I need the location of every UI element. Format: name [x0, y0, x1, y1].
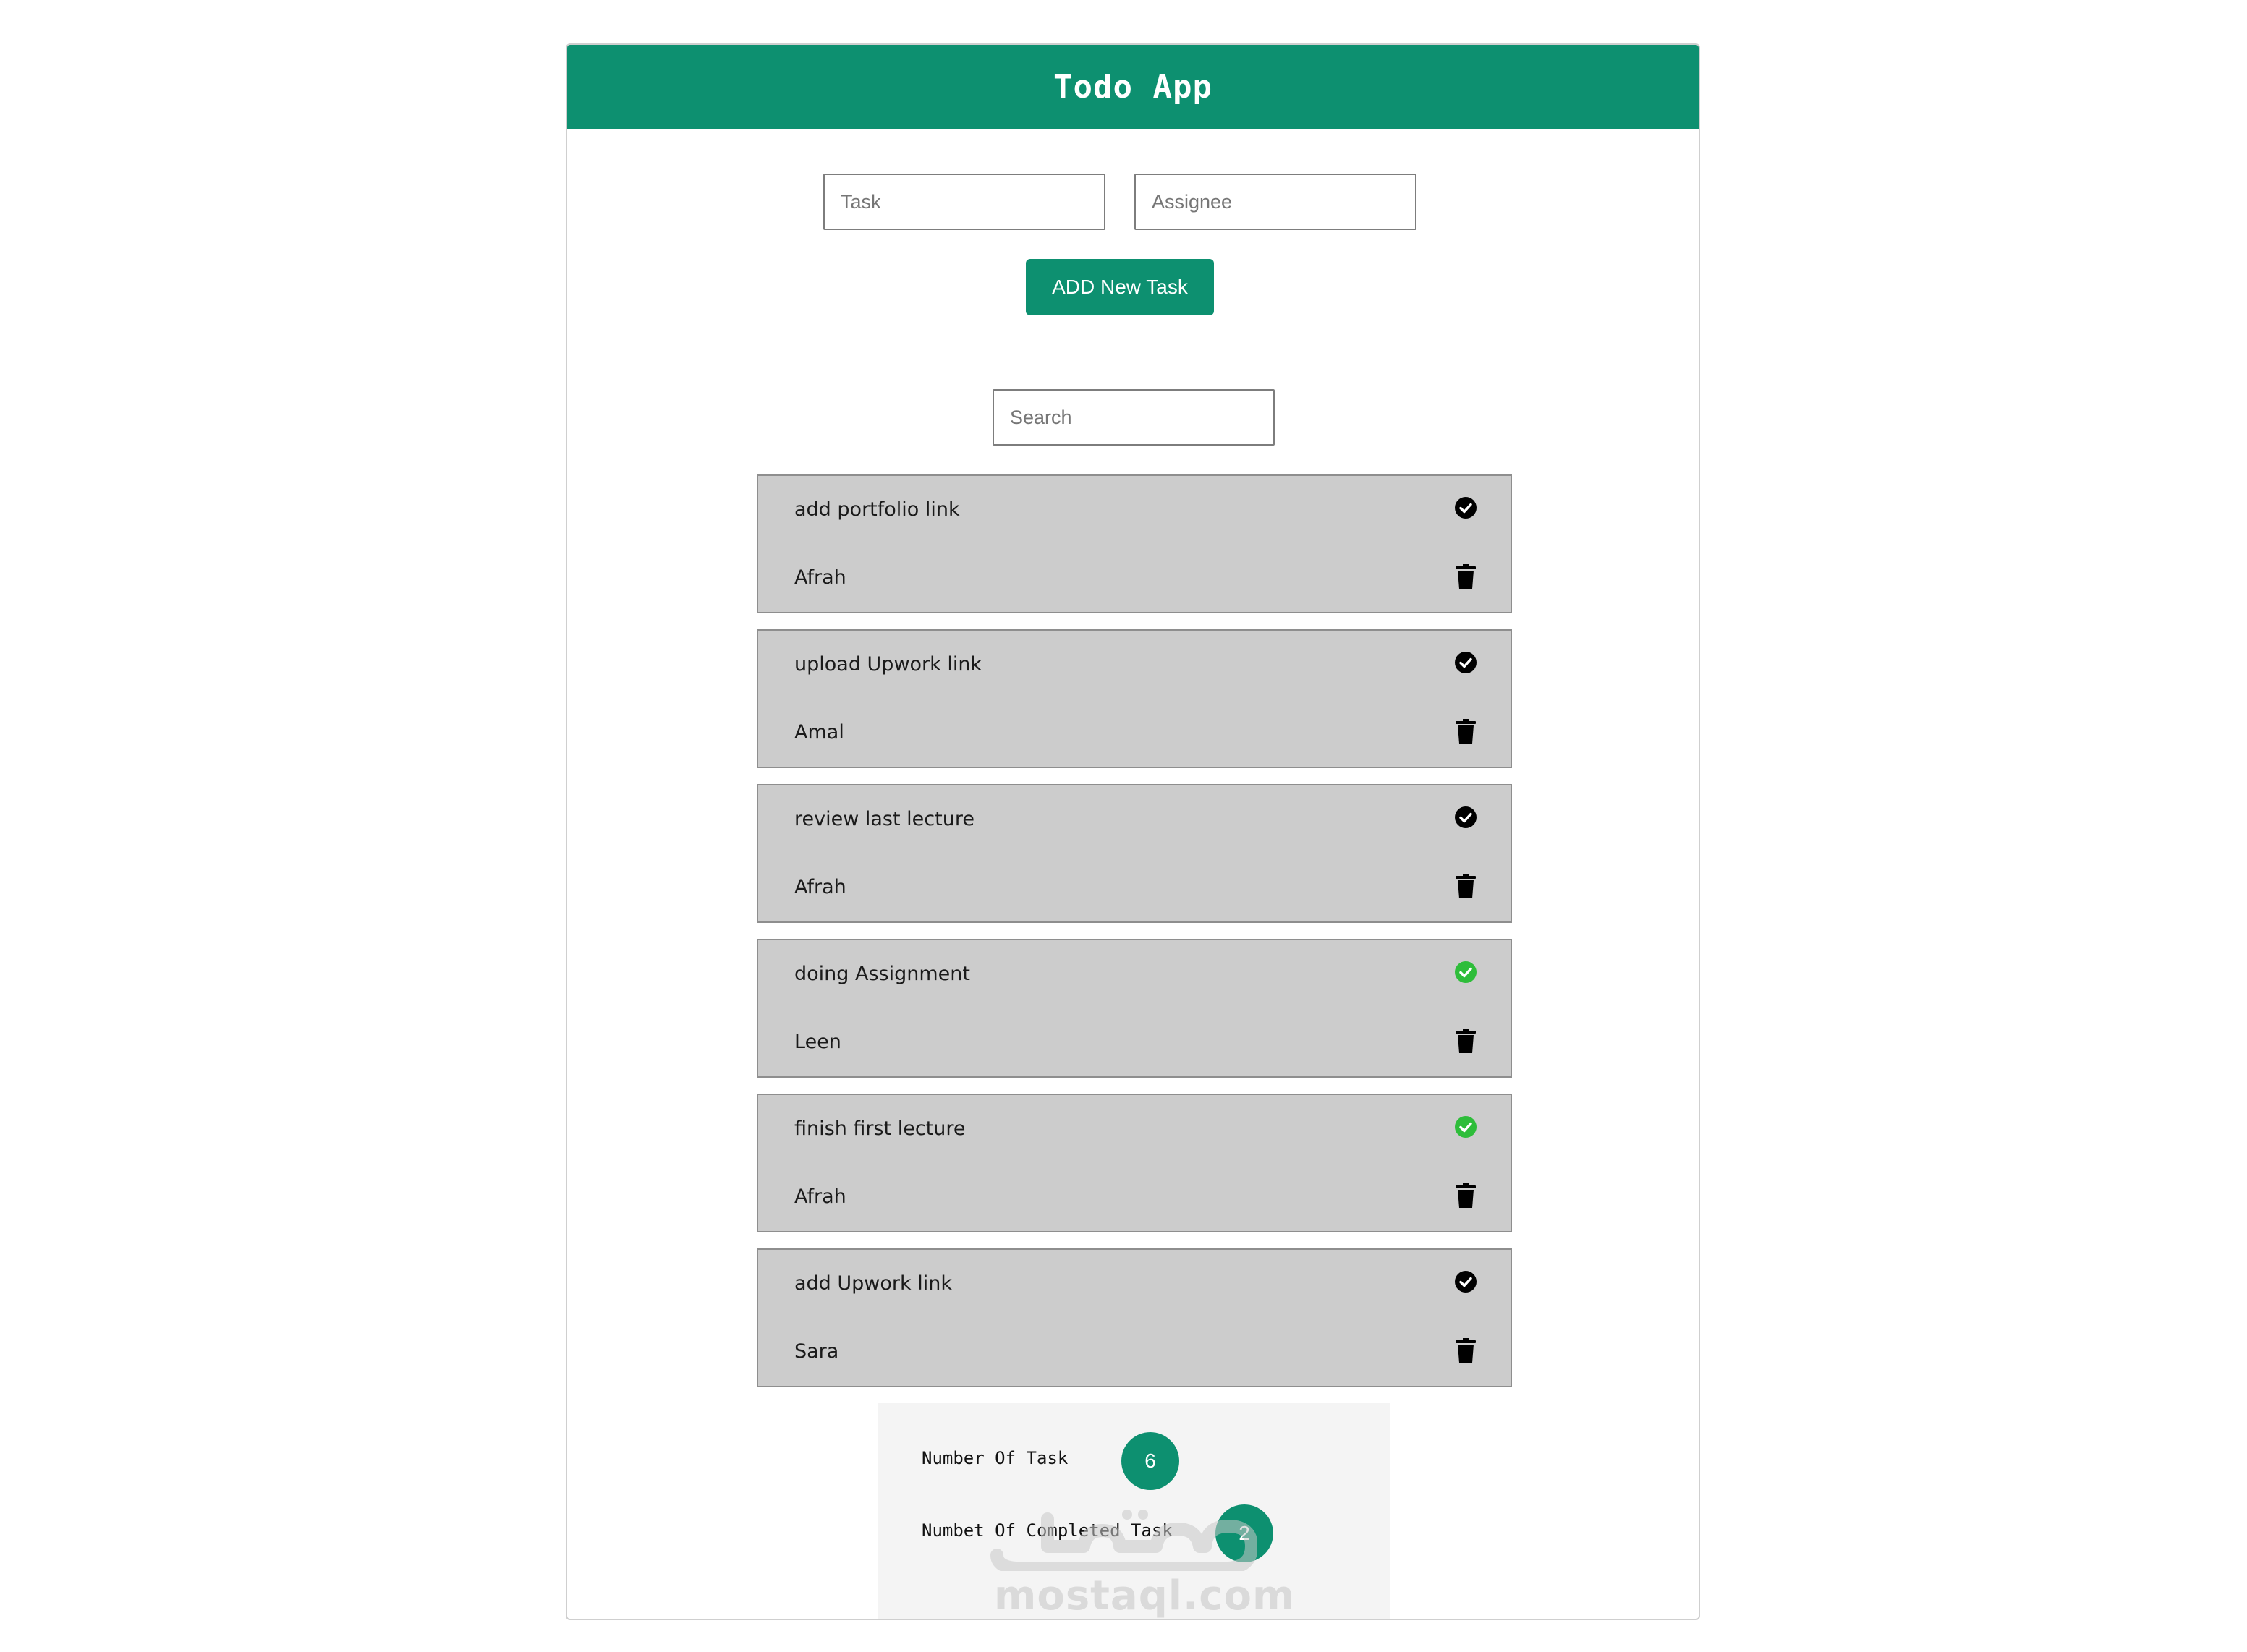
task-name: finish first lecture: [794, 1117, 966, 1140]
task-item: add Upwork link Sara: [757, 1248, 1512, 1387]
task-assignee: Leen: [794, 1031, 841, 1053]
check-circle-icon[interactable]: [1454, 1115, 1477, 1138]
trash-icon[interactable]: [1456, 719, 1476, 744]
check-circle-icon[interactable]: [1454, 806, 1477, 829]
app-title: Todo App: [1053, 68, 1212, 106]
task-assignee: Afrah: [794, 1185, 846, 1208]
check-circle-icon[interactable]: [1454, 496, 1477, 519]
task-item: review last lecture Afrah: [757, 784, 1512, 923]
task-name: doing Assignment: [794, 963, 970, 985]
task-assignee: Amal: [794, 721, 844, 744]
check-circle-icon[interactable]: [1454, 1270, 1477, 1293]
app-header: Todo App: [567, 45, 1699, 129]
task-name: add portfolio link: [794, 498, 960, 521]
task-item: doing Assignment Leen: [757, 939, 1512, 1078]
trash-icon[interactable]: [1456, 1183, 1476, 1208]
add-task-button[interactable]: ADD New Task: [1026, 259, 1214, 315]
trash-icon[interactable]: [1456, 874, 1476, 898]
task-stats-panel: Number Of Task 6 Numbet Of Completed Tas…: [878, 1403, 1390, 1619]
total-tasks-label: Number Of Task: [922, 1448, 1069, 1468]
task-list: add portfolio link Afrah upload Upwork l…: [757, 474, 1512, 1403]
task-assignee: Afrah: [794, 566, 846, 589]
check-circle-icon[interactable]: [1454, 961, 1477, 984]
task-item: finish first lecture Afrah: [757, 1094, 1512, 1232]
assignee-input[interactable]: [1134, 174, 1416, 230]
search-input[interactable]: [993, 389, 1275, 446]
task-assignee: Afrah: [794, 876, 846, 898]
task-name: upload Upwork link: [794, 653, 982, 676]
task-input[interactable]: [823, 174, 1105, 230]
completed-tasks-label: Numbet Of Completed Task: [922, 1520, 1173, 1541]
task-item: upload Upwork link Amal: [757, 629, 1512, 768]
trash-icon[interactable]: [1456, 564, 1476, 589]
total-tasks-badge: 6: [1121, 1432, 1179, 1490]
task-name: add Upwork link: [794, 1272, 952, 1295]
task-item: add portfolio link Afrah: [757, 474, 1512, 613]
watermark-text: mostaql.com: [994, 1572, 1296, 1619]
completed-tasks-badge: 2: [1215, 1504, 1273, 1562]
trash-icon[interactable]: [1456, 1029, 1476, 1053]
trash-icon[interactable]: [1456, 1338, 1476, 1363]
task-assignee: Sara: [794, 1340, 839, 1363]
check-circle-icon[interactable]: [1454, 651, 1477, 674]
task-name: review last lecture: [794, 808, 974, 830]
todo-app-container: Todo App ADD New Task add portfolio link…: [566, 43, 1700, 1620]
